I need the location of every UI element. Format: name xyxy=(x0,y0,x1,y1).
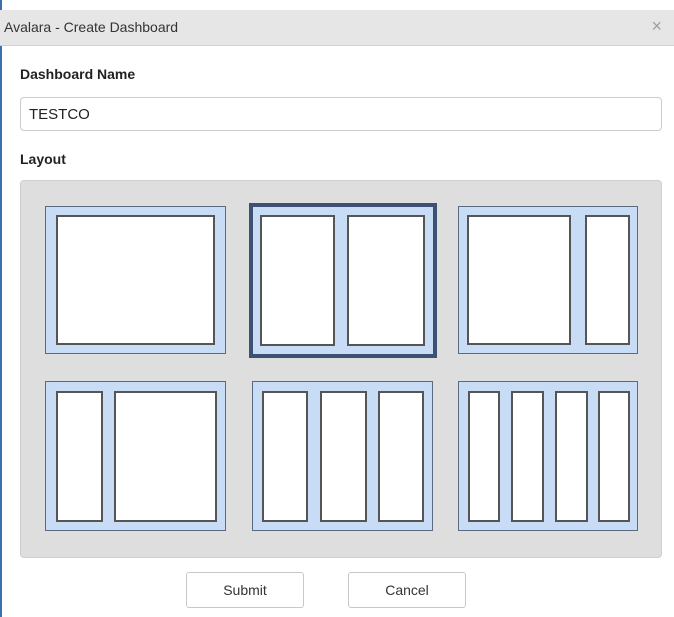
layout-pane xyxy=(114,391,217,522)
layout-option-two-equal-columns[interactable] xyxy=(249,203,437,358)
layout-option-four-columns[interactable] xyxy=(458,381,638,531)
layout-pane xyxy=(468,391,500,522)
dialog-left-edge xyxy=(0,0,2,617)
dashboard-name-input[interactable] xyxy=(20,97,662,131)
layout-option-three-columns[interactable] xyxy=(252,381,433,531)
layout-label: Layout xyxy=(20,151,66,167)
layout-pane xyxy=(347,215,425,346)
layout-pane xyxy=(262,391,308,522)
layout-pane xyxy=(320,391,367,522)
layout-pane xyxy=(585,215,630,345)
create-dashboard-dialog: Avalara - Create Dashboard × Dashboard N… xyxy=(0,0,674,617)
dialog-titlebar: Avalara - Create Dashboard × xyxy=(0,10,674,46)
cancel-button[interactable]: Cancel xyxy=(348,572,466,608)
layout-pane xyxy=(511,391,544,522)
layout-option-narrow-wide[interactable] xyxy=(45,381,226,531)
layout-pane xyxy=(56,391,103,522)
dashboard-name-label: Dashboard Name xyxy=(20,66,136,82)
close-icon[interactable]: × xyxy=(651,17,662,35)
layout-pane xyxy=(467,215,571,345)
layout-pane xyxy=(260,215,335,346)
layout-pane xyxy=(598,391,630,522)
layout-pane xyxy=(56,215,215,345)
dialog-title: Avalara - Create Dashboard xyxy=(4,19,179,35)
layout-pane xyxy=(378,391,424,522)
layout-pane xyxy=(555,391,588,522)
submit-button[interactable]: Submit xyxy=(186,572,304,608)
layout-picker-panel xyxy=(20,180,662,558)
layout-option-wide-narrow[interactable] xyxy=(458,206,638,354)
layout-option-one-column[interactable] xyxy=(45,206,226,354)
